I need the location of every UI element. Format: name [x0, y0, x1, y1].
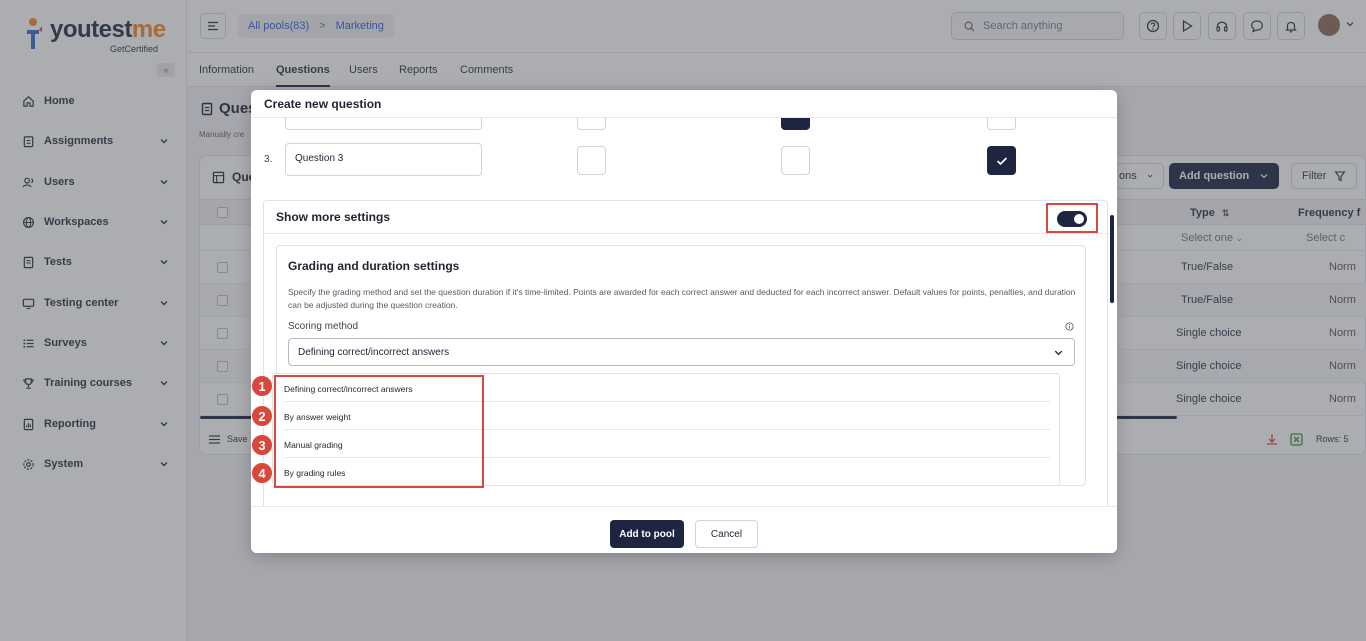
modal-footer: Add to pool Cancel	[251, 506, 1117, 553]
more-settings-toggle[interactable]	[1057, 211, 1087, 227]
chevron-down-icon	[1054, 350, 1063, 356]
options-highlight	[274, 375, 484, 488]
vertical-scrollbar[interactable]	[1110, 215, 1114, 303]
question-number: 3.	[264, 154, 273, 165]
question-input[interactable]	[285, 118, 482, 130]
scoring-method-select[interactable]: Defining correct/incorrect answers	[288, 338, 1075, 366]
add-to-pool-button[interactable]: Add to pool	[610, 520, 684, 548]
option-checkbox-checked[interactable]	[987, 146, 1016, 175]
divider	[264, 233, 1109, 234]
option-checkbox-checked[interactable]	[781, 118, 810, 130]
option-checkbox[interactable]	[577, 118, 606, 130]
cancel-button[interactable]: Cancel	[695, 520, 758, 548]
more-settings-title: Show more settings	[276, 210, 391, 224]
grading-description: Specify the grading method and set the q…	[288, 287, 1076, 310]
callout-badge: 1	[251, 375, 273, 397]
callout-badge: 4	[251, 462, 273, 484]
option-checkbox[interactable]	[577, 146, 606, 175]
callout-badge: 3	[251, 434, 273, 456]
question-input[interactable]: Question 3	[285, 143, 482, 176]
scoring-method-label: Scoring method	[288, 321, 359, 332]
toggle-highlight	[1046, 203, 1098, 233]
option-checkbox[interactable]	[781, 146, 810, 175]
modal-title: Create new question	[264, 97, 382, 111]
option-checkbox[interactable]	[987, 118, 1016, 130]
info-icon[interactable]	[1065, 322, 1074, 331]
checkmark-icon	[996, 156, 1007, 165]
grading-title: Grading and duration settings	[288, 259, 460, 273]
scoring-method-value: Defining correct/incorrect answers	[298, 347, 450, 358]
app-root: youtestme GetCertified « Home Assignment…	[0, 0, 1366, 641]
modal-header: Create new question	[251, 90, 1117, 118]
callout-badge: 2	[251, 405, 273, 427]
toggle-knob	[1074, 214, 1084, 224]
